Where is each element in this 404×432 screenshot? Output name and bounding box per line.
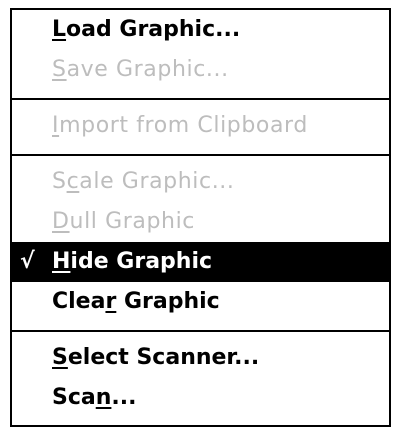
menu-item-label-post: elect Scanner... — [67, 345, 260, 370]
menu-item-save-graphic: Save Graphic... — [12, 50, 389, 90]
menu-item-label-post: ... — [111, 385, 137, 410]
menu-item-accelerator: H — [52, 249, 71, 274]
menu-item-accelerator: S — [52, 345, 68, 370]
menu-item-label-post: Graphic — [116, 289, 220, 314]
menu-separator — [12, 98, 389, 100]
menu-item-scale-graphic: Scale Graphic... — [12, 162, 389, 202]
menu-separator — [12, 330, 389, 332]
menu-item-accelerator: c — [66, 169, 80, 194]
menu-item-label-pre: S — [52, 169, 67, 194]
menu-item-accelerator: S — [52, 57, 67, 82]
menu-item-label-post: ave Graphic... — [66, 57, 229, 82]
menu-item-scan[interactable]: Scan... — [12, 378, 389, 418]
menu-item-label-post: ale Graphic... — [79, 169, 235, 194]
menu-item-label-post: ide Graphic — [70, 249, 213, 274]
menu-item-label-post: mport from Clipboard — [59, 113, 308, 138]
menu-item-dull-graphic: Dull Graphic — [12, 202, 389, 242]
menu-item-accelerator: n — [95, 385, 112, 410]
menu-item-select-scanner[interactable]: Select Scanner... — [12, 338, 389, 378]
graphic-context-menu: Load Graphic... Save Graphic... Import f… — [10, 8, 391, 427]
menu-item-label-post: oad Graphic... — [66, 17, 241, 42]
menu-item-accelerator: L — [52, 17, 67, 42]
menu-item-label-post: ull Graphic — [69, 209, 195, 234]
menu-separator — [12, 154, 389, 156]
menu-item-clear-graphic[interactable]: Clear Graphic — [12, 282, 389, 322]
menu-item-label-pre: Clea — [52, 289, 106, 314]
menu-item-accelerator: r — [105, 289, 117, 314]
menu-item-load-graphic[interactable]: Load Graphic... — [12, 10, 389, 50]
menu-item-hide-graphic[interactable]: √ Hide Graphic — [12, 242, 389, 282]
checkmark-icon: √ — [20, 249, 35, 274]
menu-item-accelerator: D — [52, 209, 70, 234]
menu-item-import-from-clipboard: Import from Clipboard — [12, 106, 389, 146]
menu-item-label-pre: Sca — [52, 385, 96, 410]
